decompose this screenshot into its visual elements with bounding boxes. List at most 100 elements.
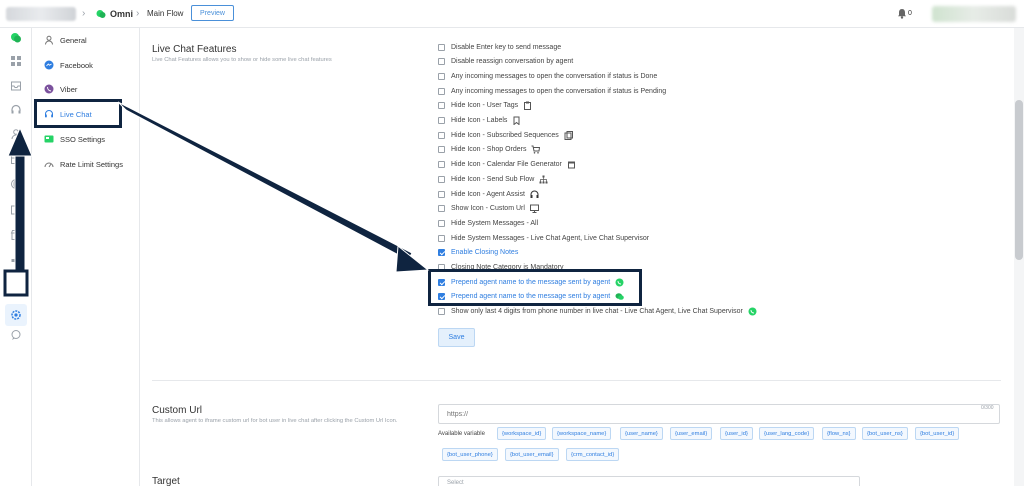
feature-label: Disable reassign conversation by agent (451, 58, 574, 66)
monitor-icon (529, 204, 539, 214)
megaphone-icon[interactable] (10, 254, 22, 266)
variable-chip[interactable]: {bot_user_phone} (442, 448, 498, 461)
save-button[interactable]: Save (438, 328, 475, 347)
globe-icon[interactable] (10, 178, 22, 190)
menu-item-facebook[interactable]: Facebook (44, 58, 93, 72)
feature-checkbox[interactable] (438, 249, 445, 257)
feature-checkbox[interactable] (438, 234, 445, 242)
variable-chip[interactable]: {workspace_id} (497, 427, 547, 440)
icon-rail (0, 28, 32, 486)
menu-item-label: General (60, 35, 87, 45)
feature-option[interactable]: Hide Icon - Shop Orders (438, 145, 541, 155)
chat-logo-icon[interactable] (10, 32, 22, 44)
feature-option[interactable]: Hide Icon - User Tags (438, 101, 532, 111)
feature-checkbox[interactable] (438, 43, 445, 51)
feature-checkbox[interactable] (438, 190, 445, 198)
top-bar: › Omni › Main Flow Preview 0 (0, 0, 1024, 28)
headset-icon[interactable] (10, 104, 22, 116)
target-select[interactable]: Select (438, 476, 860, 486)
feature-label: Hide System Messages - Live Chat Agent, … (451, 234, 650, 242)
omni-channel-icon (96, 10, 106, 18)
feature-option[interactable]: Hide Icon - Send Sub Flow (438, 174, 548, 184)
custom-url-title: Custom Url (152, 405, 203, 416)
feature-checkbox[interactable] (438, 146, 445, 154)
variable-chip[interactable]: {workspace_name} (552, 427, 612, 440)
variable-chip[interactable]: {bot_user_id} (915, 427, 960, 440)
feature-option[interactable]: Disable reassign conversation by agent (438, 57, 573, 67)
menu-item-general[interactable]: General (44, 33, 87, 47)
menu-item-rate-limit-settings[interactable]: Rate Limit Settings (44, 157, 123, 171)
feature-label: Hide Icon - Send Sub Flow (451, 175, 535, 183)
agent-assist-icon (530, 190, 539, 198)
variable-chip[interactable]: {user_name} (620, 427, 663, 440)
scrollbar-thumb[interactable] (1015, 100, 1023, 260)
feature-checkbox[interactable] (438, 219, 445, 227)
feature-option[interactable]: Any incoming messages to open the conver… (438, 86, 666, 96)
feature-label: Show only last 4 digits from phone numbe… (451, 308, 743, 316)
user-profile-blurred[interactable] (932, 6, 1016, 22)
feature-option[interactable]: Hide Icon - Subscribed Sequences (438, 130, 573, 140)
feature-checkbox[interactable] (438, 58, 445, 66)
feature-checkbox[interactable] (438, 102, 445, 110)
sitemap-icon (539, 175, 548, 184)
feature-label: Hide Icon - User Tags (451, 102, 519, 110)
flow-name[interactable]: Main Flow (147, 9, 183, 18)
feature-checkbox[interactable] (438, 87, 445, 95)
feature-option[interactable]: Any incoming messages to open the conver… (438, 71, 657, 81)
variable-chip[interactable]: {bot_user_ns} (862, 427, 908, 440)
feature-option[interactable]: Hide Icon - Labels (438, 116, 521, 126)
user-icon (45, 35, 53, 45)
variable-chip[interactable]: {user_email} (670, 427, 713, 440)
menu-item-sso-settings[interactable]: SSO Settings (44, 132, 105, 146)
char-counter: 0/300 (981, 405, 994, 411)
feature-checkbox[interactable] (438, 117, 445, 124)
feature-label: Hide System Messages - All (451, 219, 539, 227)
feature-option[interactable]: Enable Closing Notes (438, 248, 518, 258)
available-variable-label: Available variable (438, 431, 485, 437)
feature-checkbox[interactable] (438, 131, 445, 139)
feature-checkbox[interactable] (438, 161, 445, 169)
feature-label: Hide Icon - Subscribed Sequences (451, 131, 559, 139)
target-title: Target (152, 476, 180, 486)
feature-label: Any incoming messages to open the conver… (451, 87, 667, 95)
feature-option[interactable]: Show Icon - Custom Url (438, 204, 539, 214)
feature-option[interactable]: Hide Icon - Calendar File Generator (438, 160, 576, 170)
feature-option[interactable]: Hide System Messages - All (438, 218, 538, 228)
whatsapp-icon (748, 307, 757, 316)
feature-label: Hide Icon - Agent Assist (451, 190, 525, 198)
preview-button[interactable]: Preview (191, 5, 234, 21)
contacts-icon[interactable] (10, 128, 22, 140)
menu-item-label: Facebook (60, 60, 93, 70)
feature-option[interactable]: Hide Icon - Agent Assist (438, 189, 539, 199)
feature-label: Hide Icon - Labels (451, 117, 508, 124)
project-name[interactable]: Omni (110, 9, 133, 19)
feature-option[interactable]: Show only last 4 digits from phone numbe… (438, 307, 757, 317)
comment-icon[interactable] (10, 329, 22, 341)
sequence-icon (564, 130, 573, 140)
feature-checkbox[interactable] (438, 308, 445, 316)
variable-chip[interactable]: {crm_contact_id} (566, 448, 620, 461)
settings-gear-icon[interactable] (10, 309, 22, 321)
viber-icon (44, 84, 54, 94)
custom-url-input[interactable] (438, 404, 1000, 424)
calendar-icon[interactable] (10, 153, 22, 165)
menu-item-label: SSO Settings (60, 134, 106, 144)
feature-option[interactable]: Disable Enter key to send message (438, 42, 561, 52)
feature-checkbox[interactable] (438, 175, 445, 183)
variable-chip[interactable]: {bot_user_email} (505, 448, 559, 461)
inbox-icon[interactable] (10, 80, 22, 92)
feature-checkbox[interactable] (438, 72, 445, 80)
media-icon[interactable] (10, 204, 22, 216)
menu-item-viber[interactable]: Viber (44, 82, 77, 96)
variable-chip[interactable]: {user_lang_code} (759, 427, 815, 440)
menu-item-label: Rate Limit Settings (60, 159, 123, 169)
variable-chip[interactable]: {flow_ns} (822, 427, 856, 440)
store-icon[interactable] (10, 229, 22, 241)
feature-checkbox[interactable] (438, 205, 445, 213)
annotation-box-prepend-options (428, 269, 642, 306)
bell-icon[interactable] (897, 8, 907, 19)
variable-chip[interactable]: {user_id} (720, 427, 753, 440)
dashboard-icon[interactable] (10, 55, 22, 67)
feature-option[interactable]: Hide System Messages - Live Chat Agent, … (438, 233, 649, 243)
workspace-logo-blurred[interactable] (6, 7, 76, 21)
